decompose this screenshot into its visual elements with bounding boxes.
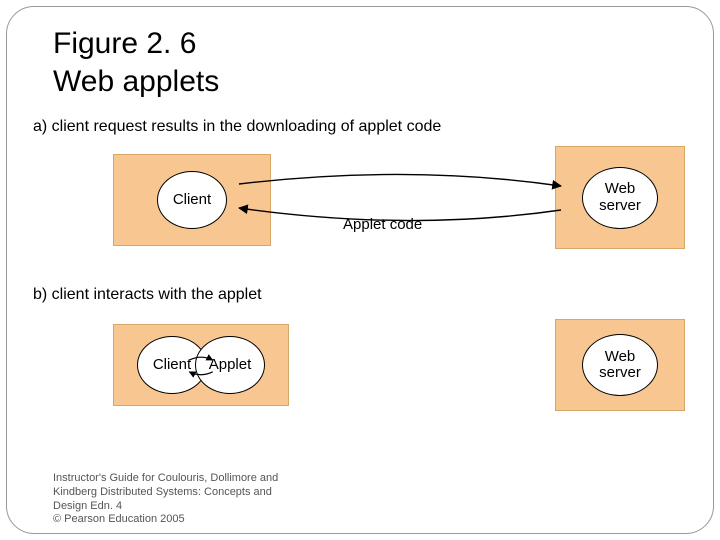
footer-line-3: Design Edn. 4	[53, 500, 122, 512]
caption-a: a) client request results in the downloa…	[33, 118, 685, 136]
figure-title: Figure 2. 6 Web applets	[53, 25, 685, 100]
title-line-1: Figure 2. 6	[53, 27, 196, 60]
footer-line-1: Instructor's Guide for Coulouris, Dollim…	[53, 472, 278, 484]
server-node-b: Web server	[582, 334, 658, 396]
footer-line-2: Kindberg Distributed Systems: Concepts a…	[53, 486, 272, 498]
client-label-b: Client	[153, 357, 191, 374]
server-label: Web server	[599, 181, 641, 214]
client-label: Client	[173, 192, 211, 209]
slide-frame: Figure 2. 6 Web applets a) client reques…	[6, 6, 714, 534]
footer-credit: Instructor's Guide for Coulouris, Dollim…	[53, 472, 278, 527]
client-applet-container: Client Applet	[113, 324, 289, 406]
server-node-a: Web server	[582, 167, 658, 229]
footer-line-4: © Pearson Education 2005	[53, 513, 185, 525]
server-container-b: Web server	[555, 319, 685, 411]
title-line-2: Web applets	[53, 65, 219, 98]
diagram-a: Client Web server Applet code	[113, 146, 685, 256]
applet-code-label: Applet code	[343, 216, 422, 233]
applet-node: Applet	[195, 336, 265, 394]
client-container-a: Client	[113, 154, 271, 246]
applet-label: Applet	[209, 357, 252, 374]
diagram-b: Client Applet Web server	[113, 314, 685, 414]
caption-b: b) client interacts with the applet	[33, 286, 685, 304]
client-node-a: Client	[157, 171, 227, 229]
server-container-a: Web server	[555, 146, 685, 249]
server-label-b: Web server	[599, 349, 641, 382]
